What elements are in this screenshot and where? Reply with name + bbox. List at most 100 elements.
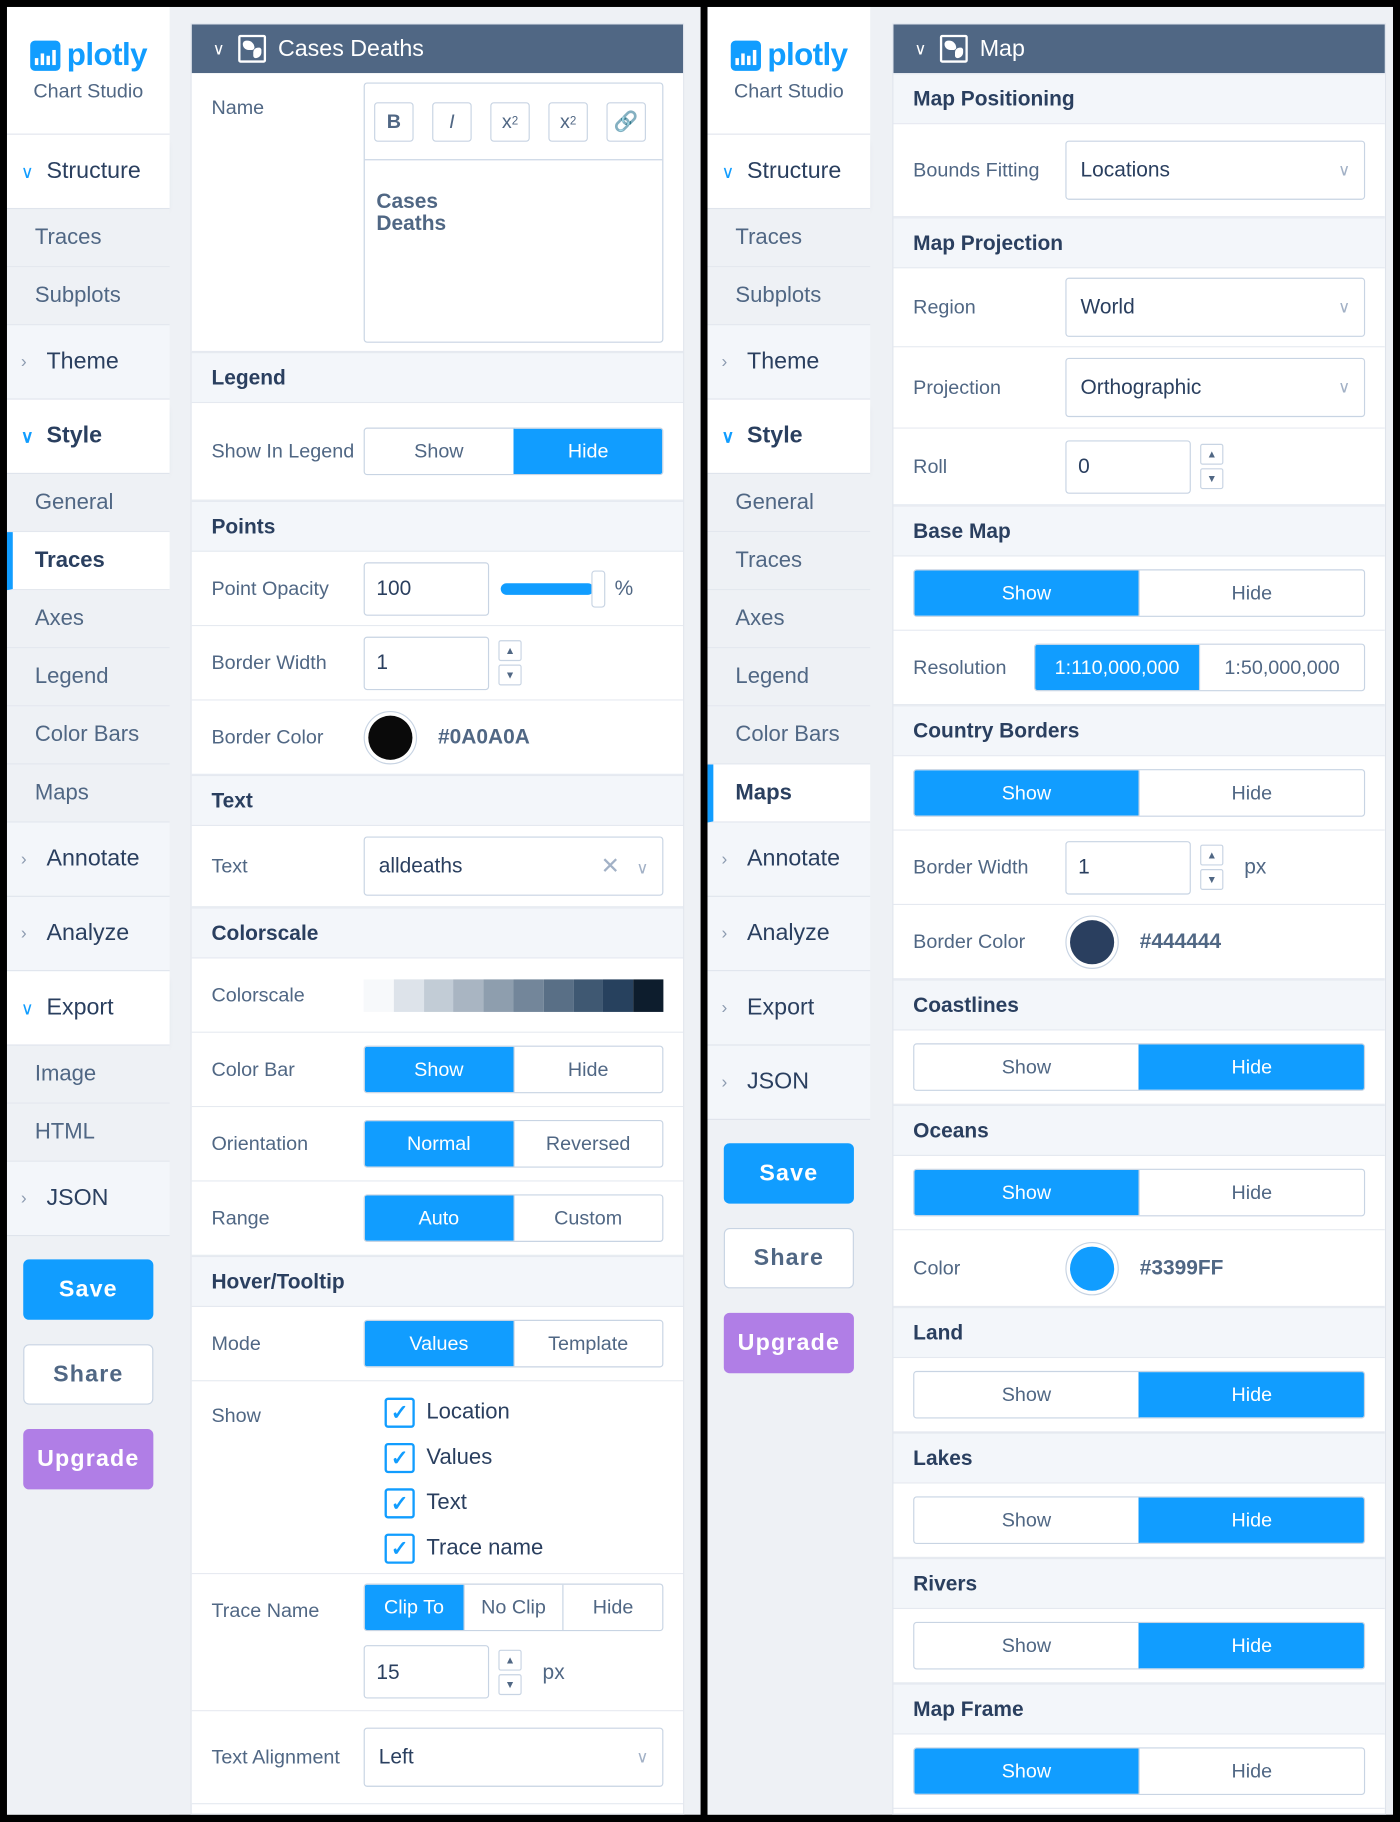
save-button[interactable]: Save [23, 1259, 154, 1320]
show-option[interactable]: Show [914, 1498, 1138, 1543]
nav-item-color-bars[interactable]: Color Bars [6, 706, 170, 765]
nav-item-general[interactable]: General [6, 474, 170, 533]
show-option[interactable]: Show [914, 1372, 1138, 1417]
nav-group-analyze[interactable]: › Analyze [707, 896, 871, 972]
hide-option[interactable]: Hide [512, 1046, 662, 1093]
subscript-button[interactable]: x2 [490, 101, 530, 142]
border-width-input[interactable]: 1 [363, 636, 490, 690]
nav-group-annotate[interactable]: › Annotate [6, 822, 170, 897]
share-button[interactable]: Share [23, 1344, 154, 1405]
nav-item-traces-style[interactable]: Traces [707, 532, 871, 591]
hide-option[interactable]: Hide [1138, 1623, 1364, 1669]
increment-icon[interactable]: ▲ [498, 640, 522, 662]
checkbox-location[interactable]: ✓ Location [384, 1397, 510, 1428]
nav-item-subplots[interactable]: Subplots [707, 267, 871, 326]
nav-item-image[interactable]: Image [6, 1045, 170, 1104]
link-icon[interactable]: 🔗 [606, 101, 646, 142]
decrement-icon[interactable]: ▼ [1200, 468, 1224, 490]
hide-option[interactable]: Hide [1138, 1748, 1364, 1794]
show-option[interactable]: Show [914, 770, 1139, 816]
region-dropdown[interactable]: World ∨ [1065, 277, 1366, 337]
nav-item-traces-style[interactable]: Traces [6, 532, 170, 591]
panel-header[interactable]: ∨ Map [893, 24, 1385, 74]
trace-name-length-input[interactable]: 15 [363, 1645, 490, 1699]
nav-group-json[interactable]: › JSON [707, 1045, 871, 1120]
border-width-input[interactable]: 1 [1065, 840, 1191, 895]
normal-option[interactable]: Normal [364, 1121, 513, 1167]
nav-item-axes[interactable]: Axes [707, 590, 871, 649]
nav-item-general[interactable]: General [707, 474, 871, 533]
share-button[interactable]: Share [723, 1228, 854, 1289]
hide-option[interactable]: Hide [1138, 1497, 1364, 1543]
nav-item-color-bars[interactable]: Color Bars [707, 706, 871, 765]
increment-icon[interactable]: ▲ [1200, 443, 1224, 465]
checkbox-text[interactable]: ✓ Text [384, 1488, 467, 1519]
nav-item-maps[interactable]: Maps [707, 764, 871, 823]
upgrade-button[interactable]: Upgrade [23, 1429, 154, 1490]
point-opacity-input[interactable]: 100 [363, 561, 490, 616]
nav-group-theme[interactable]: › Theme [6, 325, 170, 400]
upgrade-button[interactable]: Upgrade [723, 1312, 854, 1374]
bold-button[interactable]: B [374, 101, 414, 142]
nav-group-style[interactable]: ∨ Style [6, 399, 170, 475]
decrement-icon[interactable]: ▼ [1200, 869, 1224, 890]
hide-option[interactable]: Hide [1138, 570, 1364, 616]
checkbox-values[interactable]: ✓ Values [384, 1442, 492, 1474]
superscript-button[interactable]: x2 [548, 101, 588, 142]
rich-text-editor[interactable]: B I x2 x2 🔗 Cases Deaths [363, 82, 664, 343]
nav-group-structure[interactable]: ∨ Structure [707, 134, 871, 210]
hide-option[interactable]: Hide [1138, 1044, 1364, 1090]
decrement-icon[interactable]: ▼ [498, 664, 522, 686]
hide-option[interactable]: Hide [512, 428, 663, 475]
show-option[interactable]: Show [365, 429, 513, 474]
reversed-option[interactable]: Reversed [512, 1121, 662, 1167]
clip-to-option[interactable]: Clip To [364, 1584, 464, 1631]
auto-option[interactable]: Auto [364, 1195, 513, 1241]
nav-group-analyze[interactable]: › Analyze [6, 896, 170, 972]
hide-option[interactable]: Hide [1138, 1169, 1364, 1216]
clear-icon[interactable]: ✕ [601, 854, 620, 880]
border-color-swatch[interactable] [1065, 914, 1119, 969]
show-option[interactable]: Show [914, 1044, 1138, 1089]
nav-item-traces[interactable]: Traces [707, 209, 871, 268]
nav-group-theme[interactable]: › Theme [707, 325, 871, 400]
hide-option[interactable]: Hide [1138, 770, 1364, 816]
italic-button[interactable]: I [432, 101, 472, 142]
panel-header[interactable]: ∨ Cases Deaths [191, 24, 684, 74]
nav-group-export[interactable]: ∨ Export [6, 971, 170, 1046]
resolution-110m-option[interactable]: 1:110,000,000 [1035, 644, 1199, 691]
nav-group-export[interactable]: › Export [707, 971, 871, 1046]
opacity-slider[interactable] [500, 569, 606, 608]
save-button[interactable]: Save [723, 1143, 854, 1204]
show-option[interactable]: Show [914, 1623, 1138, 1668]
nav-group-json[interactable]: › JSON [6, 1161, 170, 1237]
checkbox-trace-name[interactable]: ✓ Trace name [384, 1533, 543, 1564]
nav-group-style[interactable]: ∨ Style [707, 399, 871, 475]
show-option[interactable]: Show [364, 1046, 513, 1093]
colorscale-picker[interactable] [363, 978, 664, 1012]
nav-item-legend[interactable]: Legend [707, 648, 871, 707]
no-clip-option[interactable]: No Clip [463, 1584, 563, 1631]
nav-item-html[interactable]: HTML [6, 1103, 170, 1162]
show-option[interactable]: Show [914, 570, 1139, 616]
decrement-icon[interactable]: ▼ [498, 1673, 522, 1695]
increment-icon[interactable]: ▲ [498, 1649, 522, 1671]
plotly-logo[interactable]: plotly Chart Studio [707, 6, 871, 135]
border-color-swatch[interactable] [363, 710, 418, 764]
hide-option[interactable]: Hide [562, 1584, 663, 1631]
projection-dropdown[interactable]: Orthographic ∨ [1065, 357, 1366, 418]
hide-option[interactable]: Hide [1138, 1372, 1364, 1418]
roll-input[interactable]: 0 [1065, 439, 1191, 494]
nav-item-subplots[interactable]: Subplots [6, 267, 170, 326]
text-dropdown[interactable]: alldeaths ✕ ∨ [363, 836, 664, 896]
ocean-color-swatch[interactable] [1065, 1241, 1119, 1295]
increment-icon[interactable]: ▲ [1200, 844, 1224, 866]
nav-item-maps[interactable]: Maps [6, 764, 170, 823]
rich-text-body[interactable]: Cases Deaths [365, 160, 662, 265]
template-option[interactable]: Template [512, 1320, 662, 1367]
show-option[interactable]: Show [914, 1169, 1139, 1216]
nav-group-structure[interactable]: ∨ Structure [6, 134, 170, 210]
nav-item-traces[interactable]: Traces [6, 209, 170, 268]
show-option[interactable]: Show [914, 1748, 1139, 1794]
plotly-logo[interactable]: plotly Chart Studio [6, 6, 170, 135]
